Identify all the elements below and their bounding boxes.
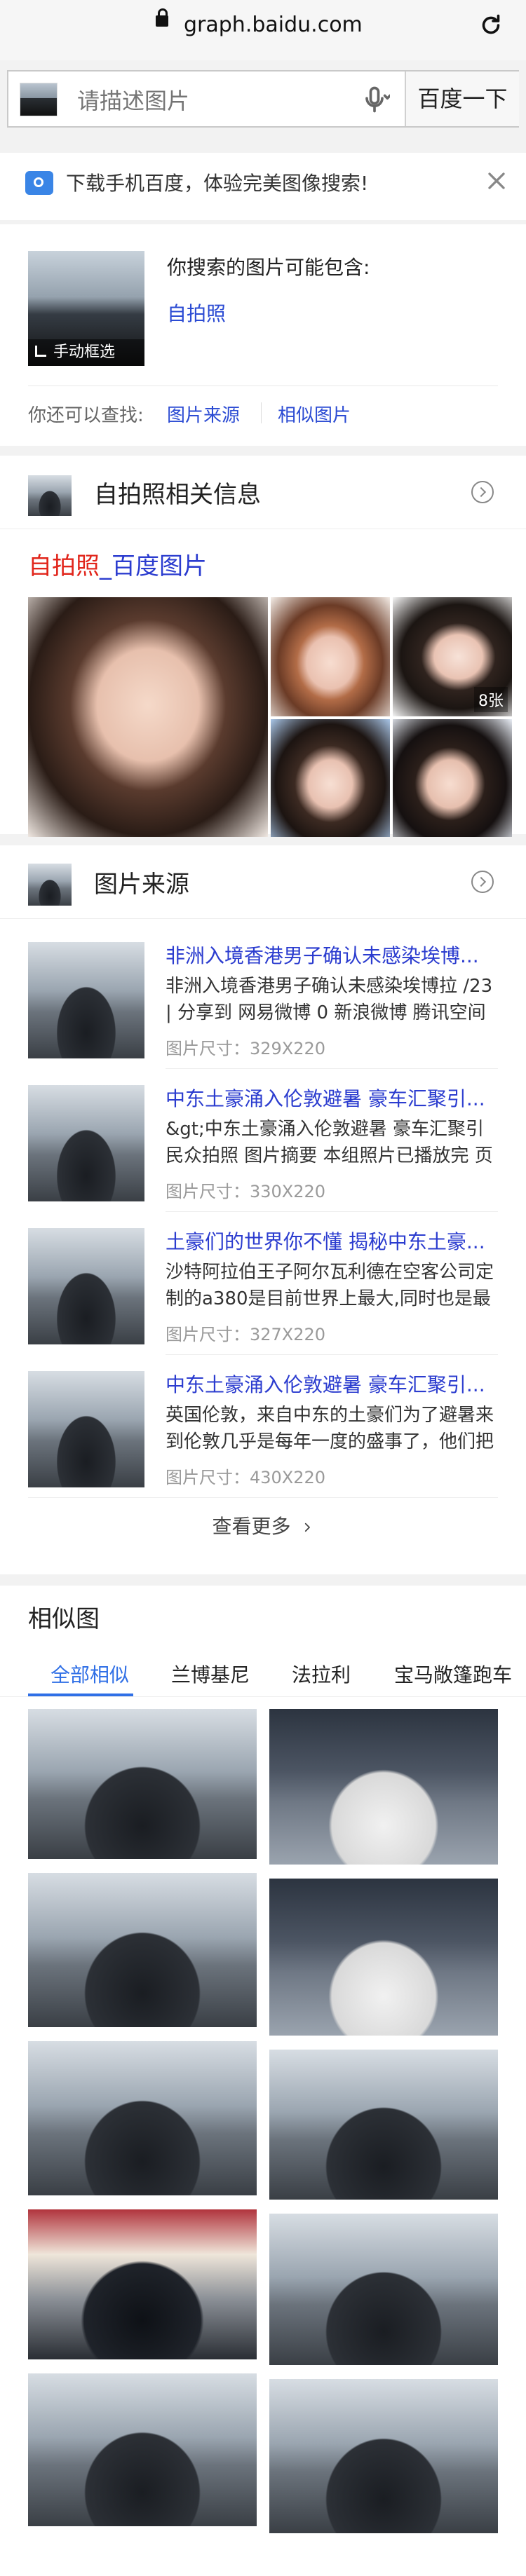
divider [166, 1068, 498, 1069]
result-image-4[interactable] [271, 719, 390, 837]
source-item-desc: &gt;中东土豪涌入伦敦避暑 豪车汇聚引民众拍照 图片摘要 本组照片已播放完 页… [166, 1119, 493, 1166]
source-item[interactable]: 中东土豪涌入伦敦避暑 豪车汇聚引... &gt;中东土豪涌入伦敦避暑 豪车汇聚引… [0, 1075, 526, 1213]
source-item-desc: 英国伦敦，来自中东的土豪们为了避暑来到伦敦几乎是每年一度的盛事了，他们把 [166, 1405, 494, 1452]
similar-image[interactable] [28, 2373, 257, 2526]
related-card: 自拍照相关信息 自拍照_百度图片 8张 [0, 456, 526, 837]
source-item-size: 图片尺寸：330X220 [166, 1182, 326, 1201]
chevron-right-icon [471, 871, 494, 893]
similar-image[interactable] [269, 2214, 498, 2365]
similar-image[interactable] [269, 1879, 498, 2036]
similar-card: 相似图 全部相似 兰博基尼 法拉利 宝马敞篷跑车 [0, 1586, 526, 2576]
active-tab-indicator [28, 1694, 133, 1696]
similar-title: 相似图 [28, 1605, 100, 1633]
source-item-title[interactable]: 土豪们的世界你不懂 揭秘中东土豪... [166, 1227, 495, 1255]
source-item-title[interactable]: 非洲入境香港男子确认未感染埃博... [166, 941, 495, 969]
source-item-size: 图片尺寸：430X220 [166, 1468, 326, 1487]
search-button[interactable]: 百度一下 [405, 71, 519, 126]
source-item-thumb [28, 1085, 144, 1201]
tab-bmw-convertible[interactable]: 宝马敞篷跑车 [394, 1660, 512, 1688]
related-header[interactable]: 自拍照相关信息 [0, 456, 526, 529]
similar-image[interactable] [269, 2379, 498, 2533]
source-item[interactable]: 中东土豪涌入伦敦避暑 豪车汇聚引... 英国伦敦，来自中东的土豪们为了避暑来到伦… [0, 1361, 526, 1499]
manual-crop-label: 手动框选 [53, 343, 116, 361]
tab-ferrari[interactable]: 法拉利 [292, 1660, 351, 1688]
divider [166, 1211, 498, 1212]
related-result-rest: _百度图片 [100, 552, 207, 580]
similar-image[interactable] [269, 2050, 498, 2200]
source-item[interactable]: 土豪们的世界你不懂 揭秘中东土豪... 沙特阿拉伯王子阿尔瓦利德在空客公司定制的… [0, 1218, 526, 1356]
link-image-source[interactable]: 图片来源 [167, 401, 240, 427]
search-bar: 百度一下 [7, 70, 519, 128]
also-prefix: 你还可以查找: [28, 405, 144, 426]
source-item[interactable]: 非洲入境香港男子确认未感染埃博... 非洲入境香港男子确认未感染埃博拉 /23 … [0, 932, 526, 1070]
related-result-keyword: 自拍照 [28, 552, 100, 580]
result-image-5[interactable] [393, 719, 512, 837]
link-separator [261, 402, 262, 423]
source-item-size: 图片尺寸：329X220 [166, 1039, 326, 1058]
banner-text[interactable]: 下载手机百度，体验完美图像搜索! [66, 168, 368, 196]
view-more-link[interactable]: 查看更多 [0, 1511, 526, 1539]
source-item-title[interactable]: 中东土豪涌入伦敦避暑 豪车汇聚引... [166, 1084, 495, 1112]
query-thumbnail[interactable] [20, 83, 58, 116]
count-badge: 8张 [474, 687, 508, 712]
related-result-title[interactable]: 自拍照_百度图片 [28, 547, 207, 581]
result-image-2[interactable] [271, 597, 390, 716]
link-similar-images[interactable]: 相似图片 [278, 401, 351, 427]
chevron-right-icon [471, 481, 494, 503]
source-title: 图片来源 [94, 871, 189, 899]
source-card: 图片来源 非洲入境香港男子确认未感染埃博... 非洲入境香港男子确认未感染埃博拉… [0, 845, 526, 1574]
lock-icon [156, 8, 168, 27]
source-item-desc: 非洲入境香港男子确认未感染埃博拉 /23 | 分享到 网易微博 0 新浪微博 腾… [166, 976, 493, 1023]
source-item-size: 图片尺寸：327X220 [166, 1325, 326, 1344]
source-item-thumb [28, 1371, 144, 1487]
chevron-right-icon [305, 1522, 311, 1532]
similar-image[interactable] [269, 1709, 498, 1865]
related-thumb [28, 475, 72, 516]
divider [166, 1354, 498, 1355]
contains-card: 手动框选 你搜索的图片可能包含: 自拍照 你还可以查找: 图片来源 相似图片 [0, 224, 526, 446]
similar-image[interactable] [28, 1709, 257, 1859]
related-title: 自拍照相关信息 [94, 481, 261, 509]
camera-icon [25, 171, 53, 195]
url-text[interactable]: graph.baidu.com [184, 11, 421, 39]
mic-icon[interactable] [359, 84, 390, 115]
view-more-label: 查看更多 [212, 1515, 291, 1538]
tab-all-similar[interactable]: 全部相似 [50, 1660, 129, 1688]
result-image-main[interactable] [28, 597, 268, 837]
result-image-3[interactable]: 8张 [393, 597, 512, 716]
manual-crop-button[interactable]: 手动框选 [28, 339, 144, 366]
crop-icon [35, 346, 46, 357]
divider [28, 1497, 498, 1498]
close-icon[interactable] [483, 167, 511, 195]
tab-lamborghini[interactable]: 兰博基尼 [171, 1660, 250, 1688]
source-item-desc: 沙特阿拉伯王子阿尔瓦利德在空客公司定制的a380是目前世界上最大,同时也是最 [166, 1262, 494, 1309]
similar-image[interactable] [28, 2209, 257, 2359]
reload-icon[interactable] [478, 13, 504, 38]
page: graph.baidu.com 百度一下 下载手机百度，体验完美图像搜索! 手动… [0, 0, 526, 2576]
source-thumb [28, 864, 72, 906]
search-input[interactable] [76, 84, 345, 118]
source-header[interactable]: 图片来源 [0, 845, 526, 919]
source-item-thumb [28, 942, 144, 1058]
source-item-title[interactable]: 中东土豪涌入伦敦避暑 豪车汇聚引... [166, 1370, 495, 1398]
contains-tag-link[interactable]: 自拍照 [167, 299, 226, 327]
download-banner[interactable]: 下载手机百度，体验完美图像搜索! [0, 147, 526, 220]
contains-heading: 你搜索的图片可能包含: [167, 256, 370, 279]
similar-image[interactable] [28, 1873, 257, 2027]
similar-tabs: 全部相似 兰博基尼 法拉利 宝马敞篷跑车 [0, 1651, 526, 1697]
similar-image[interactable] [28, 2041, 257, 2195]
browser-url-bar[interactable]: graph.baidu.com [0, 0, 526, 60]
source-item-thumb [28, 1228, 144, 1344]
